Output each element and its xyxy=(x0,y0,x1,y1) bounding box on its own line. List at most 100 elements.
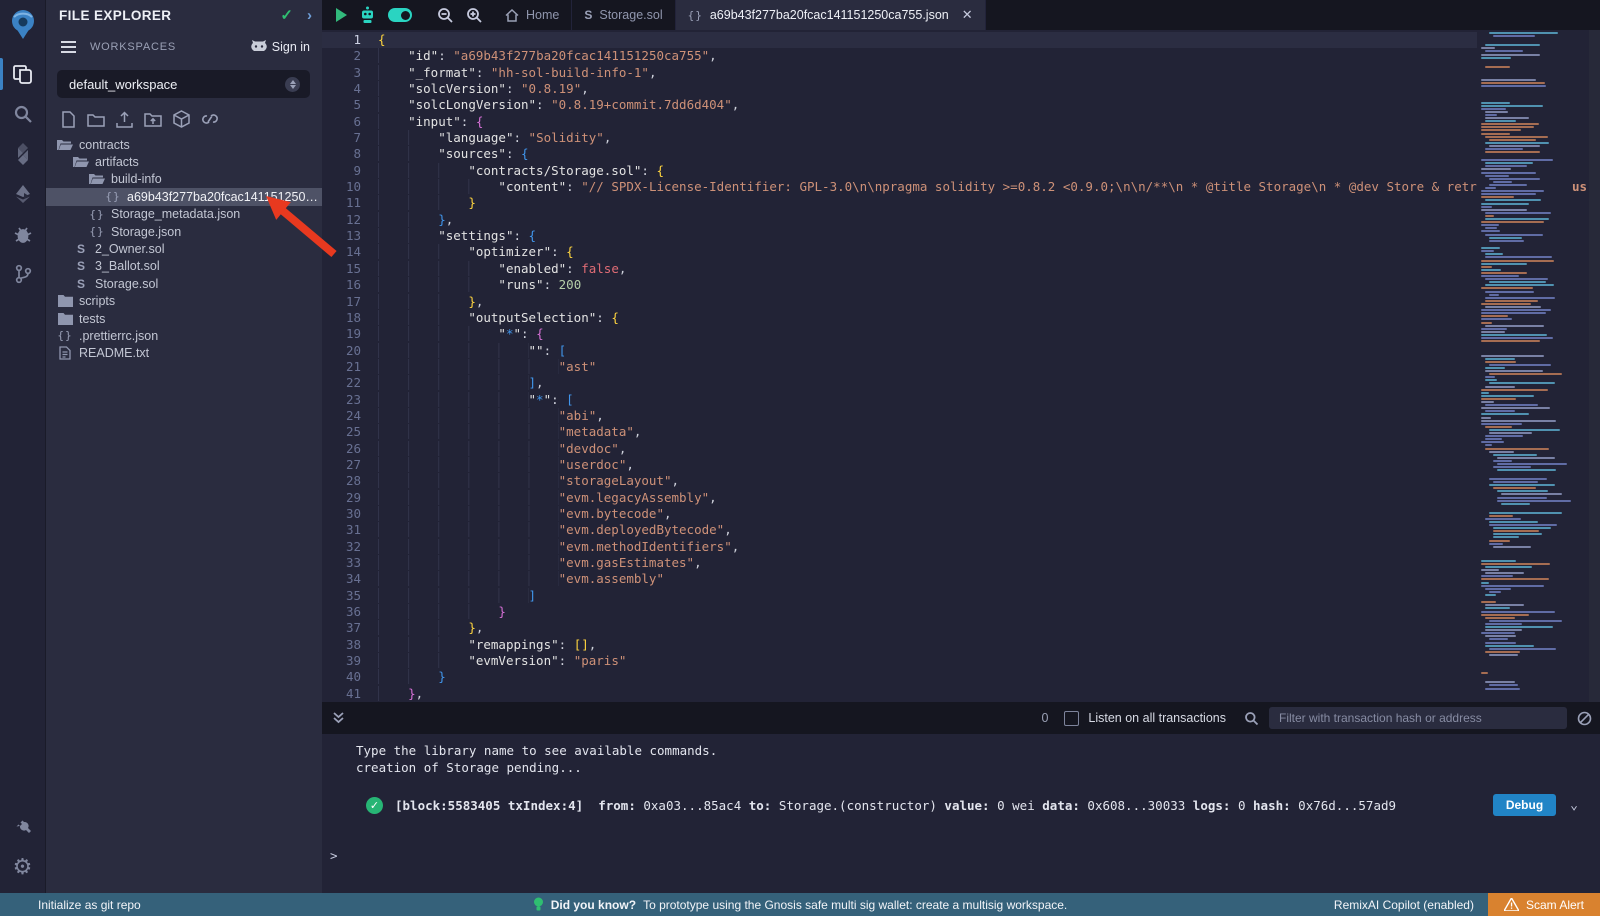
transaction-row[interactable]: ✓ [block:5583405 txIndex:4] from: 0xa03.… xyxy=(322,790,1600,820)
code-line[interactable]: 16 "runs": 200 xyxy=(322,277,1477,293)
code-line[interactable]: 10 "content": "// SPDX-License-Identifie… xyxy=(322,179,1477,195)
upload-file-icon[interactable] xyxy=(116,111,133,128)
expand-terminal-icon[interactable] xyxy=(332,711,345,725)
code-line[interactable]: 23 "*": [ xyxy=(322,392,1477,408)
tree-item[interactable]: {}Storage_metadata.json xyxy=(45,206,322,223)
copilot-status[interactable]: RemixAI Copilot (enabled) xyxy=(1334,898,1474,912)
sidebar-item-git[interactable] xyxy=(0,254,45,294)
code-line[interactable]: 12 }, xyxy=(322,212,1477,228)
code-line[interactable]: 21 "ast" xyxy=(322,359,1477,375)
link-icon[interactable] xyxy=(201,111,219,127)
terminal[interactable]: Type the library name to see available c… xyxy=(322,734,1600,893)
tree-item[interactable]: build-info xyxy=(45,171,322,188)
code-line[interactable]: 22 ], xyxy=(322,375,1477,391)
editor-scrollbar[interactable] xyxy=(1589,30,1600,702)
git-init-button[interactable]: Initialize as git repo xyxy=(38,898,141,912)
ipfs-box-icon[interactable] xyxy=(173,110,190,128)
clear-terminal-icon[interactable] xyxy=(1577,711,1592,726)
tree-item[interactable]: README.txt xyxy=(45,345,322,362)
tab-storage-sol[interactable]: SStorage.sol xyxy=(572,0,675,30)
tx-expand-chevron-icon[interactable]: ⌄ xyxy=(1570,798,1578,813)
code-editor[interactable]: 1{2 "id": "a69b43f277ba20fcac141151250ca… xyxy=(322,30,1600,702)
code-line[interactable]: 41 }, xyxy=(322,686,1477,702)
code-line[interactable]: 32 "evm.methodIdentifiers", xyxy=(322,539,1477,555)
code-line[interactable]: 35 ] xyxy=(322,588,1477,604)
tree-item[interactable]: {}.prettierrc.json xyxy=(45,327,322,344)
zoom-out-icon[interactable] xyxy=(437,7,454,24)
tree-item[interactable]: contracts xyxy=(45,136,322,153)
debug-button[interactable]: Debug xyxy=(1493,794,1556,816)
code-line[interactable]: 3 "_format": "hh-sol-build-info-1", xyxy=(322,65,1477,81)
code-line[interactable]: 4 "solcVersion": "0.8.19", xyxy=(322,81,1477,97)
code-line[interactable]: 34 "evm.assembly" xyxy=(322,571,1477,587)
code-line[interactable]: 30 "evm.bytecode", xyxy=(322,506,1477,522)
code-line[interactable]: 14 "optimizer": { xyxy=(322,244,1477,260)
code-line[interactable]: 9 "contracts/Storage.sol": { xyxy=(322,163,1477,179)
scam-alert-button[interactable]: Scam Alert xyxy=(1488,893,1600,916)
sidebar-item-solidity-compiler[interactable] xyxy=(0,134,45,174)
code-line[interactable]: 24 "abi", xyxy=(322,408,1477,424)
code-line[interactable]: 29 "evm.legacyAssembly", xyxy=(322,490,1477,506)
tree-item[interactable]: {}a69b43f277ba20fcac141151250ca7... xyxy=(45,188,322,205)
code-line[interactable]: 33 "evm.gasEstimates", xyxy=(322,555,1477,571)
code-line[interactable]: 38 "remappings": [], xyxy=(322,637,1477,653)
code-line[interactable]: 39 "evmVersion": "paris" xyxy=(322,653,1477,669)
tree-item[interactable]: artifacts xyxy=(45,153,322,170)
ai-robot-icon[interactable] xyxy=(359,6,376,24)
plugin-manager-icon[interactable] xyxy=(0,807,45,847)
workspace-select[interactable]: default_workspace xyxy=(57,70,310,98)
sidebar-item-deploy-run[interactable] xyxy=(0,174,45,214)
code-line[interactable]: 31 "evm.deployedBytecode", xyxy=(322,522,1477,538)
settings-gear-icon[interactable]: ⚙ xyxy=(0,847,45,887)
zoom-in-icon[interactable] xyxy=(466,7,483,24)
code-line[interactable]: 40 } xyxy=(322,669,1477,685)
tree-item[interactable]: scripts xyxy=(45,293,322,310)
copilot-toggle[interactable] xyxy=(388,8,412,22)
code-line[interactable]: 17 }, xyxy=(322,294,1477,310)
collapse-panel-icon[interactable]: › xyxy=(307,7,312,24)
code-line[interactable]: 8 "sources": { xyxy=(322,146,1477,162)
code-line[interactable]: 13 "settings": { xyxy=(322,228,1477,244)
code-line[interactable]: 19 "*": { xyxy=(322,326,1477,342)
tab-a69b43f277ba20fcac141151250ca755-json[interactable]: {}a69b43f277ba20fcac141151250ca755.json✕ xyxy=(676,0,986,30)
workspace-menu-icon[interactable] xyxy=(61,41,76,43)
tree-item[interactable]: S3_Ballot.sol xyxy=(45,258,322,275)
code-line[interactable]: 20 "": [ xyxy=(322,343,1477,359)
tree-item[interactable]: {}Storage.json xyxy=(45,223,322,240)
tree-item[interactable]: S2_Owner.sol xyxy=(45,240,322,257)
terminal-prompt[interactable]: > xyxy=(330,848,338,863)
code-line[interactable]: 1{ xyxy=(322,32,1477,48)
solidity-icon: S xyxy=(584,8,592,22)
listen-all-checkbox[interactable] xyxy=(1064,711,1079,726)
code-line[interactable]: 5 "solcLongVersion": "0.8.19+commit.7dd6… xyxy=(322,97,1477,113)
new-file-icon[interactable] xyxy=(61,111,76,128)
code-line[interactable]: 7 "language": "Solidity", xyxy=(322,130,1477,146)
code-line[interactable]: 27 "userdoc", xyxy=(322,457,1477,473)
new-folder-icon[interactable] xyxy=(87,112,105,127)
close-tab-icon[interactable]: ✕ xyxy=(962,7,973,23)
tree-item[interactable]: SStorage.sol xyxy=(45,275,322,292)
remix-logo-icon[interactable] xyxy=(8,8,38,40)
terminal-log: Type the library name to see available c… xyxy=(322,734,1600,776)
minimap[interactable] xyxy=(1477,32,1589,692)
code-line[interactable]: 26 "devdoc", xyxy=(322,441,1477,457)
sidebar-item-debugger[interactable] xyxy=(0,214,45,254)
code-line[interactable]: 36 } xyxy=(322,604,1477,620)
code-line[interactable]: 18 "outputSelection": { xyxy=(322,310,1477,326)
tab-home[interactable]: Home xyxy=(493,0,572,30)
upload-folder-icon[interactable] xyxy=(144,111,162,127)
activity-bar: ⚙ xyxy=(0,0,46,893)
tree-item[interactable]: tests xyxy=(45,310,322,327)
code-line[interactable]: 28 "storageLayout", xyxy=(322,473,1477,489)
tx-filter-input[interactable] xyxy=(1269,707,1567,729)
code-line[interactable]: 25 "metadata", xyxy=(322,424,1477,440)
github-sign-in-button[interactable]: Sign in xyxy=(251,40,310,55)
code-line[interactable]: 37 }, xyxy=(322,620,1477,636)
code-line[interactable]: 11 } xyxy=(322,195,1477,211)
code-line[interactable]: 15 "enabled": false, xyxy=(322,261,1477,277)
code-line[interactable]: 6 "input": { xyxy=(322,114,1477,130)
sidebar-item-file-explorer[interactable] xyxy=(0,54,45,94)
run-script-button[interactable] xyxy=(336,8,347,22)
sidebar-item-search[interactable] xyxy=(0,94,45,134)
code-line[interactable]: 2 "id": "a69b43f277ba20fcac141151250ca75… xyxy=(322,48,1477,64)
